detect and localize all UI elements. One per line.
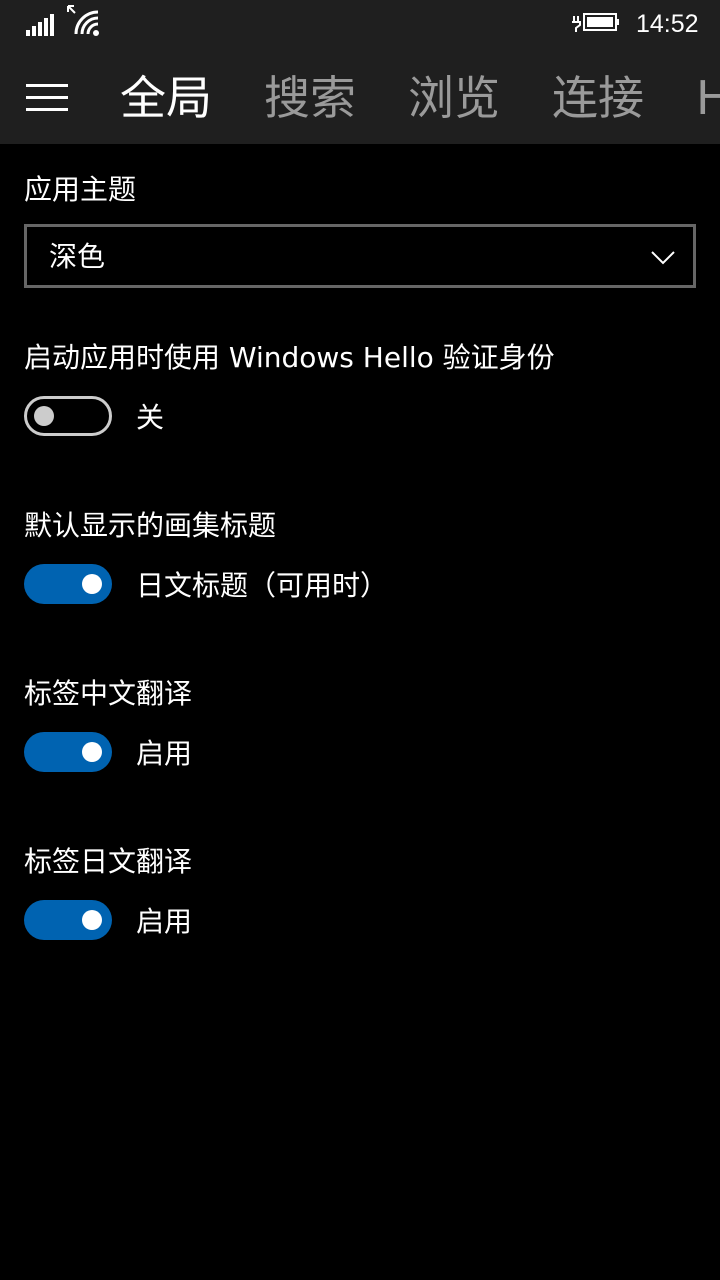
- tag-japanese-toggle[interactable]: [24, 900, 112, 940]
- battery-charging-icon: [572, 13, 619, 32]
- theme-dropdown[interactable]: 深色: [24, 224, 696, 288]
- theme-dropdown-value: 深色: [49, 240, 106, 273]
- windows-hello-toggle[interactable]: [24, 396, 112, 436]
- toggle-knob: [34, 406, 54, 426]
- tag-chinese-label: 标签中文翻译: [24, 677, 193, 710]
- windows-hello-state: 关: [136, 401, 165, 434]
- hamburger-menu-icon[interactable]: [26, 84, 68, 112]
- tag-japanese-label: 标签日文翻译: [24, 845, 193, 878]
- tab-next-partial[interactable]: H: [696, 68, 720, 128]
- tag-chinese-state: 启用: [136, 737, 193, 770]
- toggle-knob: [82, 742, 102, 762]
- pivot-header: 全局 搜索 浏览 连接 H: [0, 48, 720, 144]
- status-bar: 14:52: [0, 0, 720, 48]
- tab-connection[interactable]: 连接: [552, 68, 644, 128]
- default-title-state: 日文标题（可用时）: [136, 569, 389, 602]
- default-title-toggle[interactable]: [24, 564, 112, 604]
- chevron-down-icon: [651, 251, 675, 265]
- tab-global[interactable]: 全局: [120, 68, 212, 128]
- default-title-label: 默认显示的画集标题: [24, 509, 277, 542]
- tab-browse[interactable]: 浏览: [408, 68, 500, 128]
- theme-label: 应用主题: [24, 173, 137, 206]
- signal-strength-icon: [26, 12, 54, 36]
- tag-chinese-toggle[interactable]: [24, 732, 112, 772]
- toggle-knob: [82, 910, 102, 930]
- toggle-knob: [82, 574, 102, 594]
- windows-hello-label: 启动应用时使用 Windows Hello 验证身份: [24, 341, 555, 374]
- wifi-icon: [67, 5, 99, 36]
- tab-search[interactable]: 搜索: [264, 68, 356, 128]
- tag-japanese-state: 启用: [136, 905, 193, 938]
- clock: 14:52: [636, 10, 699, 38]
